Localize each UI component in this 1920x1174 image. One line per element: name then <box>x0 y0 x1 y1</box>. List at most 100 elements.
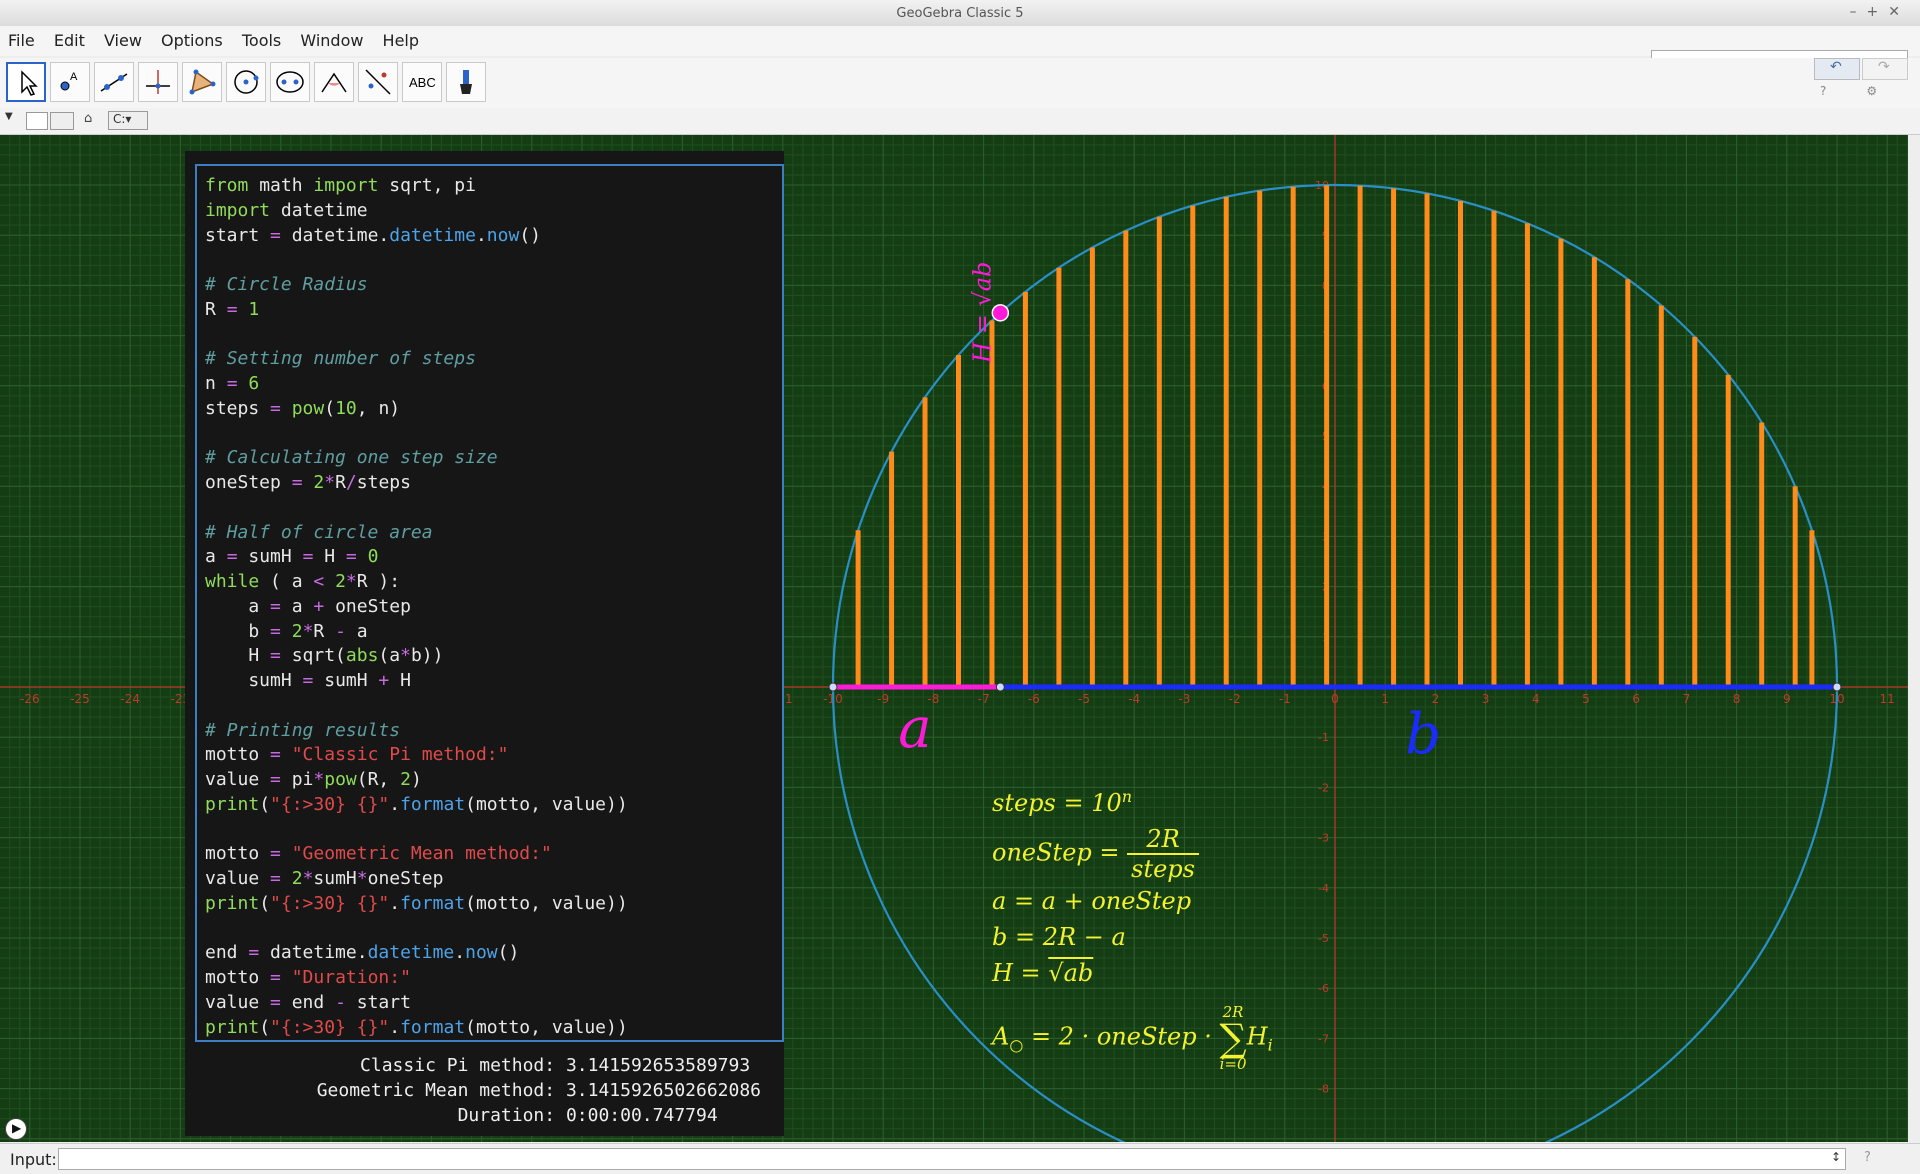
play-icon: ▶ <box>12 1121 22 1135</box>
code-line[interactable]: print("{:>30} {}".format(motto, value)) <box>205 794 628 815</box>
menu-tools[interactable]: Tools <box>242 31 281 50</box>
code-line[interactable]: from math import sqrt, pi <box>205 175 476 196</box>
code-line[interactable]: while ( a < 2*R ): <box>205 571 400 592</box>
code-line[interactable]: n = 6 <box>205 373 259 394</box>
code-line[interactable]: end = datetime.datetime.now() <box>205 942 519 963</box>
code-line[interactable]: print("{:>30} {}".format(motto, value)) <box>205 893 628 914</box>
menu-view[interactable]: View <box>104 31 142 50</box>
help-icon[interactable]: ? <box>1820 84 1866 98</box>
x-tick-label: -4 <box>1128 692 1140 706</box>
menu-options[interactable]: Options <box>161 31 223 50</box>
code-line[interactable]: # Half of circle area <box>205 522 433 543</box>
input-field[interactable]: ↕ <box>58 1148 1846 1170</box>
home-icon[interactable]: ⌂ <box>84 111 92 126</box>
point-tool-button[interactable]: A <box>50 62 90 102</box>
ellipse-icon <box>276 71 304 93</box>
svg-text:A: A <box>70 71 78 83</box>
toggle-stylebar-icon[interactable]: ▼ <box>5 111 13 122</box>
redo-button[interactable]: ↷ <box>1862 58 1908 80</box>
code-editor[interactable]: from math import sqrt, pi import datetim… <box>195 164 784 1042</box>
menu-help[interactable]: Help <box>383 31 419 50</box>
x-tick-label: -25 <box>70 692 90 706</box>
menu-file[interactable]: File <box>8 31 35 50</box>
menu-edit[interactable]: Edit <box>54 31 85 50</box>
y-tick-label: -6 <box>1318 982 1329 995</box>
code-line[interactable]: H = sqrt(abs(a*b)) <box>205 645 443 666</box>
ellipse-tool-button[interactable] <box>270 62 310 102</box>
point-right <box>1832 682 1842 692</box>
text-tool-button[interactable]: ABC <box>402 62 442 102</box>
x-tick-label: 7 <box>1683 692 1691 706</box>
code-line[interactable]: value = end - start <box>205 992 411 1013</box>
x-tick-label: 8 <box>1733 692 1741 706</box>
formula-h: H = √ab <box>992 959 1094 987</box>
code-line[interactable]: oneStep = 2*R/steps <box>205 472 411 493</box>
svg-text:ABC: ABC <box>409 75 436 90</box>
x-tick-label: -1 <box>1279 692 1291 706</box>
code-line[interactable]: # Setting number of steps <box>205 348 476 369</box>
code-line[interactable]: value = 2*sumH*oneStep <box>205 868 443 889</box>
move-tool-button[interactable] <box>6 62 46 102</box>
x-tick-label: 4 <box>1532 692 1540 706</box>
line-icon <box>100 73 128 92</box>
window-title: GeoGebra Classic 5 <box>896 6 1024 21</box>
code-line[interactable]: # Calculating one step size <box>205 447 498 468</box>
y-tick-label: -5 <box>1318 932 1329 945</box>
code-line[interactable]: motto = "Duration:" <box>205 967 411 988</box>
code-line[interactable]: import datetime <box>205 200 368 221</box>
x-tick-label: 3 <box>1482 692 1490 706</box>
x-tick-label: -3 <box>1178 692 1190 706</box>
label-a: a <box>898 696 931 761</box>
code-line[interactable]: motto = "Geometric Mean method:" <box>205 843 552 864</box>
gear-icon[interactable]: ⚙ <box>1866 84 1917 98</box>
code-line[interactable]: a = sumH = H = 0 <box>205 546 378 567</box>
point-capture-dropdown[interactable]: C:▾ <box>108 111 148 130</box>
circle-tool-button[interactable] <box>226 62 266 102</box>
code-line[interactable]: sumH = sumH + H <box>205 670 411 691</box>
point-split <box>995 682 1005 692</box>
code-line[interactable]: motto = "Classic Pi method:" <box>205 744 508 765</box>
toolbar: A ABC <box>0 58 1920 108</box>
menu-window[interactable]: Window <box>300 31 363 50</box>
x-tick-label: -7 <box>978 692 990 706</box>
code-text[interactable]: from math import sqrt, pi import datetim… <box>197 166 782 1048</box>
point-left <box>828 682 838 692</box>
formula-area: A○ = 2 · oneStep · 2R ∑ i=0 Hi <box>992 1003 1273 1073</box>
reflect-line-icon <box>365 69 391 95</box>
line-tool-button[interactable] <box>94 62 134 102</box>
undo-icon: ↶ <box>1830 59 1842 75</box>
reflect-tool-button[interactable] <box>358 62 398 102</box>
redo-icon: ↷ <box>1878 59 1890 75</box>
code-line[interactable]: value = pi*pow(R, 2) <box>205 769 422 790</box>
angle-tool-button[interactable] <box>314 62 354 102</box>
code-line[interactable]: print("{:>30} {}".format(motto, value)) <box>205 1017 628 1038</box>
polygon-tool-button[interactable] <box>182 62 222 102</box>
x-tick-label: -9 <box>877 692 889 706</box>
code-line[interactable]: b = 2*R - a <box>205 621 367 642</box>
y-tick-label: -1 <box>1318 731 1329 744</box>
play-animation-button[interactable]: ▶ <box>5 1118 27 1140</box>
output-row: Duration: 0:00:00.747794 <box>230 1105 718 1126</box>
axes-toggle-button[interactable] <box>26 112 48 130</box>
code-line[interactable]: a = a + oneStep <box>205 596 411 617</box>
input-expand-icon[interactable]: ↕ <box>1831 1150 1841 1164</box>
code-line[interactable]: # Printing results <box>205 720 400 741</box>
undo-button[interactable]: ↶ <box>1814 58 1860 80</box>
perpendicular-tool-button[interactable] <box>138 62 178 102</box>
x-tick-label: -26 <box>20 692 40 706</box>
menu-bar: File Edit View Options Tools Window Help… <box>0 26 1920 79</box>
code-line[interactable]: start = datetime.datetime.now() <box>205 225 541 246</box>
x-tick-label: 5 <box>1582 692 1590 706</box>
input-bar: Input: ↕ ? <box>0 1143 1920 1174</box>
move-view-tool-button[interactable] <box>446 62 486 102</box>
y-tick-label: -3 <box>1318 832 1329 845</box>
brush-icon <box>460 70 472 94</box>
code-line[interactable]: steps = pow(10, n) <box>205 398 400 419</box>
window-controls[interactable]: –+✕ <box>1850 4 1910 20</box>
input-help-icon[interactable]: ? <box>1864 1150 1871 1165</box>
graphics-style-bar: ▼ ⌂ C:▾ <box>0 108 1920 135</box>
grid-toggle-button[interactable] <box>50 112 74 130</box>
code-line[interactable]: R = 1 <box>205 299 259 320</box>
output-row: Classic Pi method: 3.141592653589793 <box>230 1055 751 1076</box>
code-line[interactable]: # Circle Radius <box>205 274 368 295</box>
